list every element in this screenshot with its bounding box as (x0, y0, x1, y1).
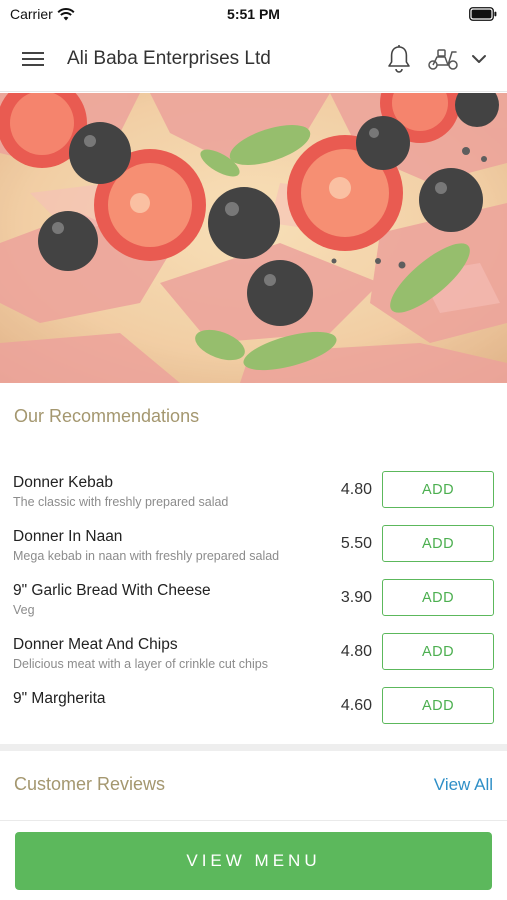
item-description: Veg (13, 603, 35, 617)
add-button[interactable]: ADD (382, 579, 494, 616)
item-name: Donner Kebab (13, 474, 113, 491)
item-description: Mega kebab in naan with freshly prepared… (13, 549, 280, 563)
add-button[interactable]: ADD (382, 687, 494, 724)
hamburger-menu-icon (22, 52, 44, 66)
item-name: 9" Garlic Bread With Cheese (13, 582, 211, 599)
status-bar: Carrier 5:51 PM (0, 0, 507, 28)
page-title: Ali Baba Enterprises Ltd (67, 48, 271, 69)
account-dropdown-button[interactable] (470, 50, 488, 68)
view-menu-button[interactable]: VIEW MENU (15, 832, 492, 890)
list-item: 9" Margherita 4.60 ADD (0, 680, 507, 734)
item-name: Donner Meat And Chips (13, 636, 178, 653)
item-price: 4.80 (340, 481, 372, 498)
bottom-action-bar: VIEW MENU (0, 820, 507, 900)
item-name: 9" Margherita (13, 690, 106, 707)
add-button[interactable]: ADD (382, 525, 494, 562)
item-price: 5.50 (340, 535, 372, 552)
item-price: 4.80 (340, 643, 372, 660)
list-item: Donner Meat And Chips Delicious meat wit… (0, 626, 507, 680)
notifications-button[interactable] (386, 44, 412, 74)
chevron-down-icon (472, 55, 486, 63)
bell-icon (388, 45, 410, 73)
recommendations-title: Our Recommendations (14, 406, 200, 426)
section-divider (0, 744, 507, 751)
status-time: 5:51 PM (227, 6, 280, 22)
add-button[interactable]: ADD (382, 471, 494, 508)
app-header: Ali Baba Enterprises Ltd (0, 28, 507, 92)
battery-icon (469, 7, 497, 21)
item-price: 3.90 (340, 589, 372, 606)
add-button[interactable]: ADD (382, 633, 494, 670)
order-mode-button[interactable] (426, 46, 460, 72)
list-item: Donner In Naan Mega kebab in naan with f… (0, 518, 507, 572)
pizza-image (0, 93, 507, 383)
recommendations-list: Donner Kebab The classic with freshly pr… (0, 464, 507, 734)
item-description: The classic with freshly prepared salad (13, 495, 229, 509)
scooter-icon (428, 49, 458, 70)
reviews-title: Customer Reviews (14, 774, 166, 794)
menu-button[interactable] (20, 48, 46, 70)
list-item: 9" Garlic Bread With Cheese Veg 3.90 ADD (0, 572, 507, 626)
item-price: 4.60 (340, 697, 372, 714)
item-name: Donner In Naan (13, 528, 123, 545)
list-item: Donner Kebab The classic with freshly pr… (0, 464, 507, 518)
item-description: Delicious meat with a layer of crinkle c… (13, 657, 268, 671)
view-all-reviews-link[interactable]: View All (434, 775, 493, 795)
hero-banner (0, 93, 507, 383)
